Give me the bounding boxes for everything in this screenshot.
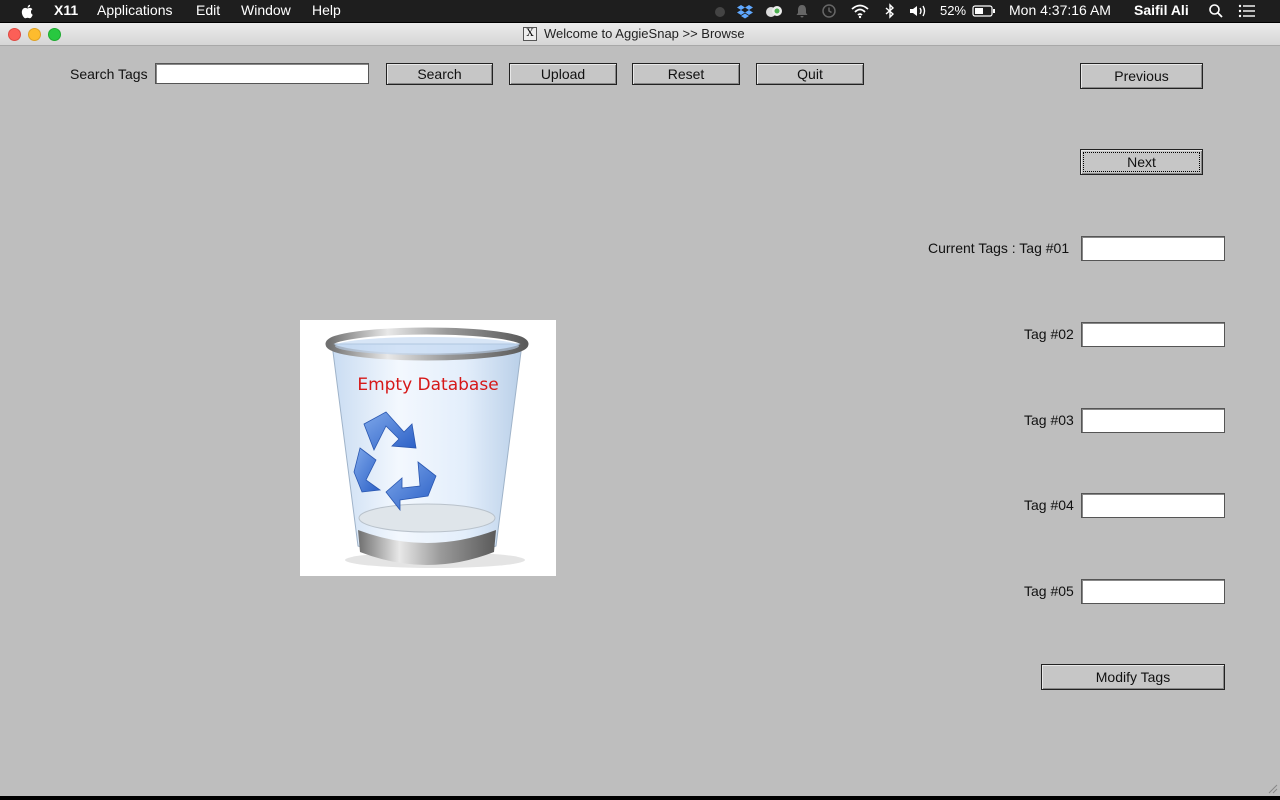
quit-button[interactable]: Quit bbox=[756, 63, 864, 85]
window-title-bar[interactable]: X Welcome to AggieSnap >> Browse bbox=[0, 23, 1280, 46]
tag-04-input[interactable] bbox=[1081, 493, 1225, 518]
menu-help[interactable]: Help bbox=[312, 2, 341, 18]
spotlight-search-icon[interactable] bbox=[1208, 3, 1224, 19]
tag-04-label: Tag #04 bbox=[1024, 497, 1074, 513]
menu-applications[interactable]: Applications bbox=[97, 2, 173, 18]
reset-button[interactable]: Reset bbox=[632, 63, 740, 85]
search-tags-input[interactable] bbox=[155, 63, 369, 84]
empty-database-caption: Empty Database bbox=[357, 375, 499, 395]
time-machine-icon[interactable] bbox=[821, 3, 837, 19]
wifi-icon[interactable] bbox=[850, 3, 870, 19]
menu-app-name[interactable]: X11 bbox=[54, 2, 78, 18]
dropbox-icon[interactable] bbox=[737, 3, 753, 19]
menubar-user[interactable]: Saifil Ali bbox=[1134, 2, 1189, 18]
battery-icon[interactable] bbox=[972, 3, 996, 19]
search-tags-label: Search Tags bbox=[70, 66, 148, 82]
tag-01-input[interactable] bbox=[1081, 236, 1225, 261]
sync-cloud-icon[interactable] bbox=[764, 3, 784, 19]
search-button[interactable]: Search bbox=[386, 63, 493, 85]
modify-tags-button[interactable]: Modify Tags bbox=[1041, 664, 1225, 690]
upload-button[interactable]: Upload bbox=[509, 63, 617, 85]
resize-grip-icon[interactable] bbox=[1266, 782, 1278, 794]
notification-bell-icon[interactable] bbox=[794, 3, 810, 19]
app-window: X Welcome to AggieSnap >> Browse Search … bbox=[0, 23, 1280, 796]
empty-database-image: Empty Database bbox=[300, 320, 556, 576]
next-button[interactable]: Next bbox=[1080, 149, 1203, 175]
bluetooth-icon[interactable] bbox=[882, 3, 898, 19]
previous-button[interactable]: Previous bbox=[1080, 63, 1203, 89]
tag-03-label: Tag #03 bbox=[1024, 412, 1074, 428]
apple-icon[interactable] bbox=[20, 3, 36, 19]
tag-02-label: Tag #02 bbox=[1024, 326, 1074, 342]
notification-center-icon[interactable] bbox=[1238, 3, 1256, 19]
battery-percent: 52% bbox=[940, 3, 967, 18]
current-tags-label: Current Tags : Tag #01 bbox=[928, 240, 1070, 256]
zoom-window-icon[interactable] bbox=[48, 28, 61, 41]
shield-status-icon[interactable] bbox=[712, 3, 728, 19]
volume-icon[interactable] bbox=[908, 3, 930, 19]
menubar-clock[interactable]: Mon 4:37:16 AM bbox=[1009, 2, 1111, 18]
recycle-bin-icon bbox=[325, 327, 529, 568]
x11-app-icon: X bbox=[523, 27, 537, 41]
tag-03-input[interactable] bbox=[1081, 408, 1225, 433]
minimize-window-icon[interactable] bbox=[28, 28, 41, 41]
tag-05-label: Tag #05 bbox=[1024, 583, 1074, 599]
close-window-icon[interactable] bbox=[8, 28, 21, 41]
tag-05-input[interactable] bbox=[1081, 579, 1225, 604]
menu-bar: X11 Applications Edit Window Help 52% Mo… bbox=[0, 0, 1280, 22]
window-title: Welcome to AggieSnap >> Browse bbox=[544, 26, 745, 41]
menu-edit[interactable]: Edit bbox=[196, 2, 220, 18]
menu-window[interactable]: Window bbox=[241, 2, 291, 18]
tag-02-input[interactable] bbox=[1081, 322, 1225, 347]
